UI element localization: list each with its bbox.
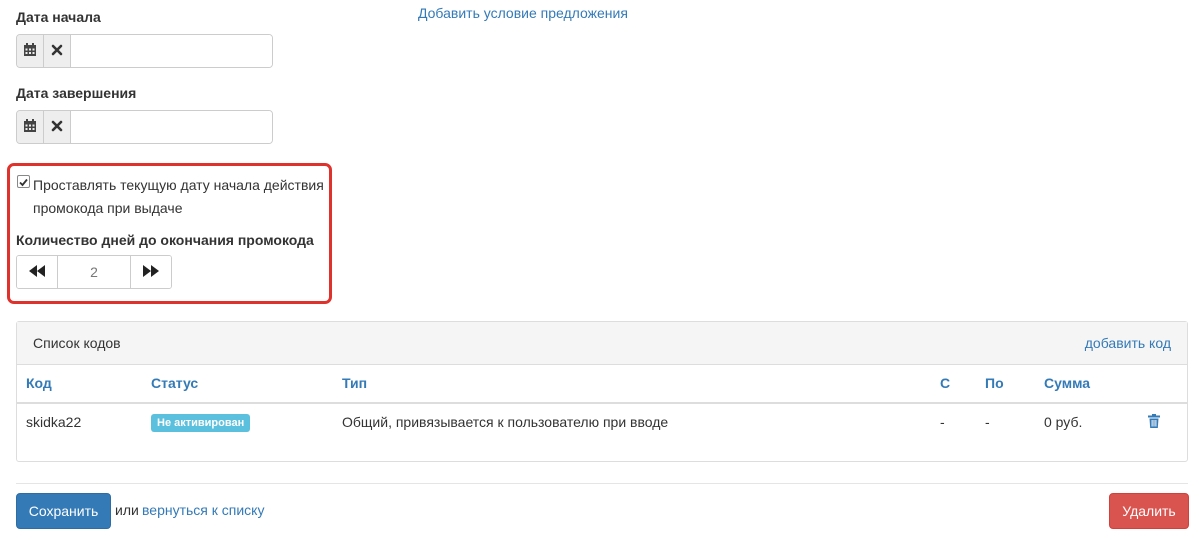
to-cell: - xyxy=(985,414,990,430)
save-button[interactable]: Сохранить xyxy=(16,493,111,529)
from-cell: - xyxy=(940,414,945,430)
codes-panel-title: Список кодов xyxy=(33,335,121,351)
forward-icon xyxy=(143,264,159,280)
codes-panel-header: Список кодов добавить код xyxy=(17,322,1187,365)
trash-icon[interactable] xyxy=(1148,414,1160,431)
days-until-end-label: Количество дней до окончания промокода xyxy=(16,232,314,248)
end-date-clear-button[interactable] xyxy=(44,111,71,143)
days-stepper: 2 xyxy=(16,255,172,289)
days-value[interactable]: 2 xyxy=(57,256,131,288)
calendar-icon xyxy=(23,42,37,60)
auto-start-label-line2: промокода при выдаче xyxy=(33,200,183,216)
calendar-icon xyxy=(23,118,37,136)
column-header-to[interactable]: По xyxy=(985,375,1004,391)
end-date-group xyxy=(16,110,273,144)
end-date-calendar-button[interactable] xyxy=(17,111,44,143)
back-to-list-link[interactable]: вернуться к списку xyxy=(142,502,264,518)
or-text: или xyxy=(115,502,139,518)
auto-start-label[interactable]: Проставлять текущую дату начала действия… xyxy=(33,174,333,220)
close-icon xyxy=(51,119,63,135)
sum-cell: 0 руб. xyxy=(1044,414,1083,430)
checkmark-icon xyxy=(19,174,28,190)
start-date-group xyxy=(16,34,273,68)
status-badge: Не активирован xyxy=(151,414,251,432)
start-date-input[interactable] xyxy=(71,35,272,67)
days-increment-button[interactable] xyxy=(131,256,171,288)
add-code-link[interactable]: добавить код xyxy=(1085,335,1171,351)
code-cell: skidka22 xyxy=(26,414,82,430)
start-date-clear-button[interactable] xyxy=(44,35,71,67)
type-cell: Общий, привязывается к пользователю при … xyxy=(342,414,669,430)
column-header-from[interactable]: С xyxy=(940,375,950,391)
footer-divider xyxy=(16,483,1188,484)
start-date-label: Дата начала xyxy=(16,9,101,25)
backward-icon xyxy=(29,264,45,280)
days-decrement-button[interactable] xyxy=(17,256,57,288)
table-header-divider xyxy=(17,402,1187,404)
column-header-code[interactable]: Код xyxy=(26,375,52,391)
close-icon xyxy=(51,43,63,59)
column-header-type[interactable]: Тип xyxy=(342,375,367,391)
column-header-sum[interactable]: Сумма xyxy=(1044,375,1090,391)
delete-button[interactable]: Удалить xyxy=(1109,493,1189,529)
auto-start-checkbox[interactable] xyxy=(17,175,30,188)
start-date-calendar-button[interactable] xyxy=(17,35,44,67)
end-date-label: Дата завершения xyxy=(16,85,137,101)
add-condition-link[interactable]: Добавить условие предложения xyxy=(418,5,628,21)
codes-panel: Список кодов добавить код Код Статус Тип… xyxy=(16,321,1188,462)
column-header-status[interactable]: Статус xyxy=(151,375,198,391)
end-date-input[interactable] xyxy=(71,111,272,143)
auto-start-label-line1: Проставлять текущую дату начала действия xyxy=(33,177,324,193)
